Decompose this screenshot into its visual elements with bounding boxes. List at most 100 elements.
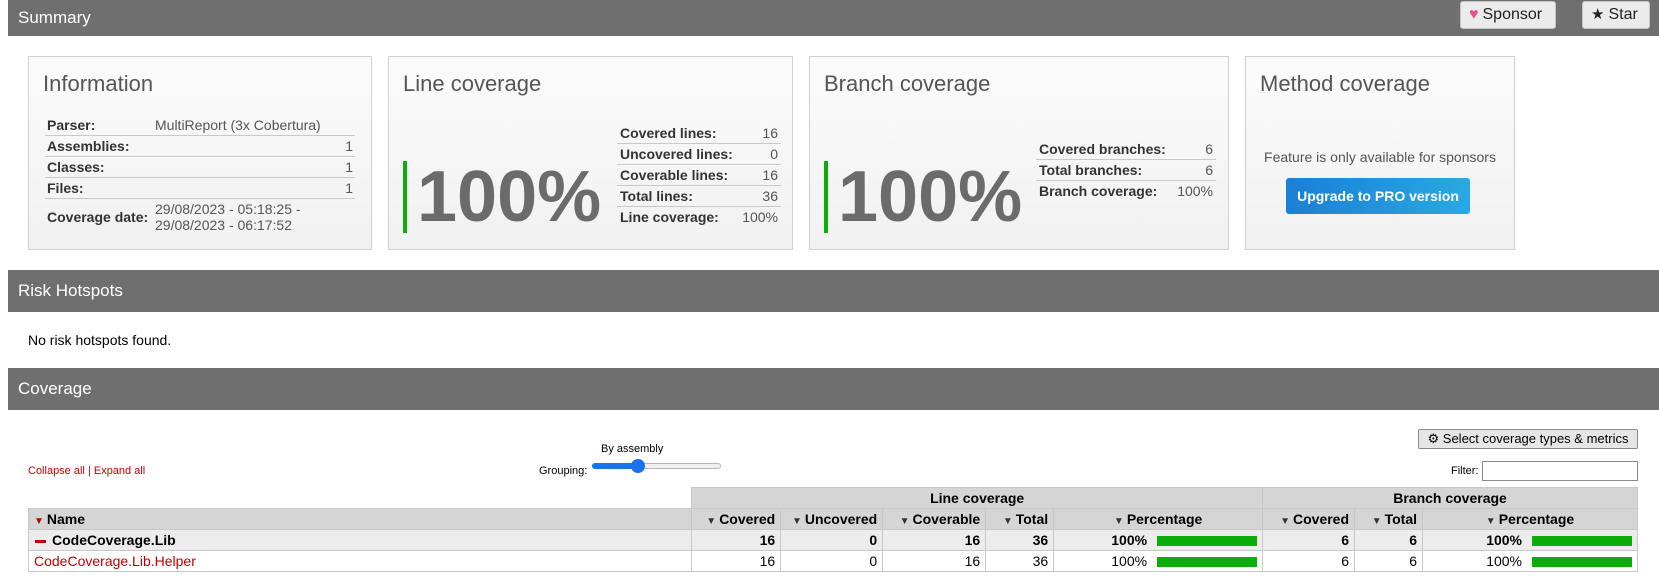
grouping-value: By assembly <box>601 443 664 455</box>
star-label: Star <box>1608 6 1638 23</box>
info-row: Assemblies: 1 <box>45 135 355 157</box>
stat-value: 6 <box>1172 159 1216 181</box>
uncovered-cell: 0 <box>780 550 884 572</box>
coverage-header: Coverage <box>8 368 1659 410</box>
blank-header <box>28 487 693 509</box>
info-value: 1 <box>153 177 355 199</box>
stat-value: 0 <box>738 143 781 165</box>
branch-covered-column-header[interactable]: ▼ Covered <box>1262 508 1356 530</box>
line-percentage-value: 100% <box>1111 532 1148 548</box>
branch-percentage-value: 100% <box>1486 532 1522 548</box>
stat-row: Line coverage: 100% <box>617 207 781 228</box>
stat-value: 100% <box>1177 183 1213 199</box>
info-key: Files: <box>45 177 153 199</box>
sort-icon: ▼ <box>1371 516 1382 527</box>
line-percentage-cell: 100% <box>1053 529 1264 551</box>
risk-hotspots-header: Risk Hotspots <box>8 270 1659 312</box>
assembly-row[interactable]: CodeCoverage.Lib 16 0 16 36 100% 6 6 100… <box>27 529 1638 551</box>
star-button[interactable]: ★ Star <box>1582 1 1650 29</box>
stat-row: Covered branches: 6 <box>1036 139 1216 160</box>
info-row: Files: 1 <box>45 177 355 199</box>
upgrade-pro-button[interactable]: Upgrade to PRO version <box>1286 178 1470 214</box>
no-risk-message: No risk hotspots found. <box>28 332 172 348</box>
grouping-slider[interactable] <box>592 459 721 473</box>
filter-input[interactable] <box>1482 461 1638 481</box>
info-row: Coverage date: 29/08/2023 - 05:18:25 - 2… <box>45 199 355 236</box>
branch-covered-cell: 6 <box>1262 529 1356 551</box>
total-cell: 36 <box>985 550 1055 572</box>
covered-header-label: Covered <box>719 511 776 527</box>
info-key: Classes: <box>45 156 153 178</box>
branch-coverage-bar <box>1532 536 1632 547</box>
covered-column-header[interactable]: ▼ Covered <box>691 508 782 530</box>
star-icon: ★ <box>1591 6 1605 23</box>
group-header-row: Line coverage Branch coverage <box>28 487 1638 509</box>
stat-key: Branch coverage: <box>1039 183 1158 199</box>
stat-row: Coverable lines: 16 <box>617 164 781 186</box>
branch-covered-cell: 6 <box>1262 550 1356 572</box>
summary-title: Summary <box>18 8 91 27</box>
stat-key: Uncovered lines: <box>617 143 739 165</box>
info-value: 29/08/2023 - 05:18:25 - 29/08/2023 - 06:… <box>155 201 301 233</box>
line-coverage-group-header: Line coverage <box>691 487 1264 509</box>
class-name-cell[interactable]: CodeCoverage.Lib.Helper <box>27 550 693 572</box>
coverage-table: Line coverage Branch coverage ▼ Name ▼ Cov… <box>27 487 1638 572</box>
class-name-link[interactable]: CodeCoverage.Lib.Helper <box>34 553 196 569</box>
expand-all-link[interactable]: Expand all <box>94 465 145 477</box>
sponsor-button[interactable]: ♥ Sponsor <box>1460 1 1556 29</box>
coverage-title: Coverage <box>18 379 92 398</box>
coverable-column-header[interactable]: ▼ Coverable <box>882 508 987 530</box>
left-gutter <box>0 0 8 585</box>
stat-key: Covered lines: <box>617 123 739 144</box>
slider-thumb[interactable] <box>631 459 645 473</box>
branch-total-cell: 6 <box>1354 529 1423 551</box>
name-column-header[interactable]: ▼ Name <box>27 508 693 530</box>
line-percentage-header-label: Percentage <box>1126 511 1203 527</box>
total-column-header[interactable]: ▼ Total <box>985 508 1055 530</box>
line-coverage-title: Line coverage <box>403 71 542 96</box>
information-title: Information <box>43 71 154 96</box>
branch-total-cell: 6 <box>1354 550 1423 572</box>
covered-cell: 16 <box>691 529 782 551</box>
sort-icon: ▼ <box>1280 516 1290 527</box>
covered-cell: 16 <box>691 550 782 572</box>
stat-row: Total lines: 36 <box>617 185 781 207</box>
branch-percentage-column-header[interactable]: ▼ Percentage <box>1422 508 1638 530</box>
branch-coverage-bar <box>1532 557 1632 568</box>
stat-row: Total branches: 6 <box>1036 159 1216 181</box>
stat-value: 100% <box>742 209 778 225</box>
name-header-label: Name <box>46 511 86 527</box>
line-percentage-column-header[interactable]: ▼ Percentage <box>1053 508 1264 530</box>
branch-coverage-stats: Covered branches: 6 Total branches: 6 Bran… <box>1036 139 1216 201</box>
branch-percentage-value: 100% <box>1486 553 1522 569</box>
branch-percentage-header-label: Percentage <box>1498 511 1575 527</box>
branch-total-column-header[interactable]: ▼ Total <box>1354 508 1423 530</box>
column-header-row: ▼ Name ▼ Covered ▼ Uncovered ▼ Coverable ▼ To… <box>27 508 1638 530</box>
assembly-name: CodeCoverage.Lib <box>52 532 176 548</box>
info-key: Parser: <box>45 115 153 136</box>
branch-covered-header-label: Covered <box>1293 511 1350 527</box>
filter-label: Filter: <box>1451 465 1479 477</box>
grouping-label: Grouping: <box>539 465 588 477</box>
stat-row: Covered lines: 16 <box>617 123 781 144</box>
info-value: 1 <box>153 135 355 157</box>
branch-coverage-group-header: Branch coverage <box>1262 487 1638 509</box>
stat-value: 16 <box>738 123 781 144</box>
stat-value: 16 <box>738 164 781 186</box>
stat-key: Line coverage: <box>620 209 719 225</box>
information-card: Information Parser: MultiReport (3x Cobe… <box>28 56 372 250</box>
select-coverage-types-button[interactable]: ⚙ Select coverage types & metrics <box>1418 429 1638 449</box>
assembly-name-cell[interactable]: CodeCoverage.Lib <box>27 529 693 551</box>
uncovered-column-header[interactable]: ▼ Uncovered <box>780 508 884 530</box>
uncovered-cell: 0 <box>780 529 884 551</box>
link-separator: | <box>87 465 91 477</box>
class-row[interactable]: CodeCoverage.Lib.Helper 16 0 16 36 100% … <box>27 550 1638 572</box>
sponsor-only-message: Feature is only available for sponsors <box>1264 149 1496 165</box>
collapse-all-link[interactable]: Collapse all <box>28 465 85 477</box>
stat-key: Coverable lines: <box>617 164 739 186</box>
stat-key: Covered branches: <box>1036 139 1173 160</box>
collapse-icon[interactable] <box>35 539 46 543</box>
sort-desc-icon: ▼ <box>34 516 44 527</box>
total-cell: 36 <box>985 529 1055 551</box>
stat-value: 6 <box>1172 139 1216 160</box>
